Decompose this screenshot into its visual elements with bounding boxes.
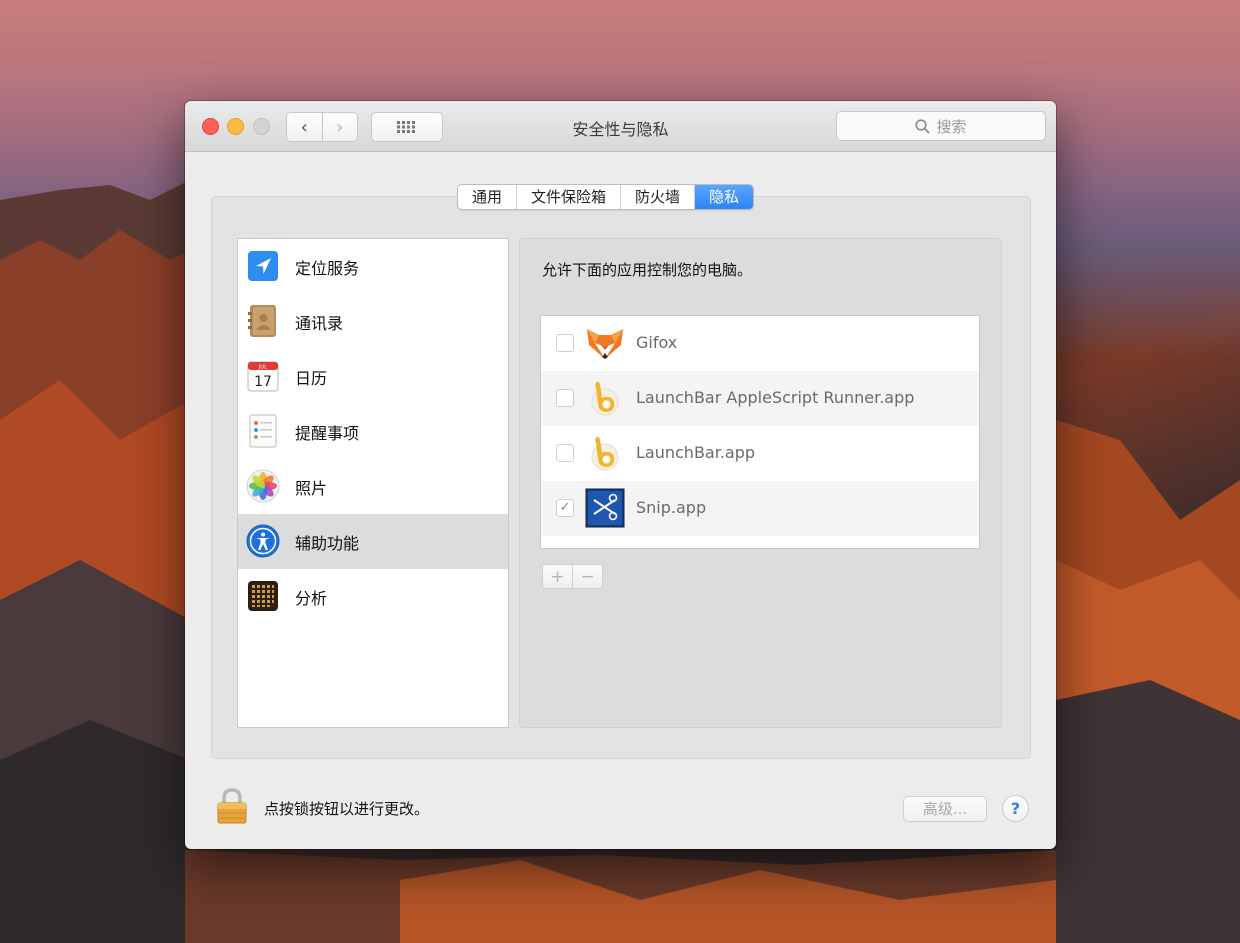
category-calendar[interactable]: JUL 17 日历	[238, 349, 508, 404]
title-bar: ‹ › 安全性与隐私 搜索	[185, 101, 1056, 152]
category-location-services[interactable]: 定位服务	[238, 239, 508, 294]
app-checkbox[interactable]	[556, 334, 574, 352]
calendar-icon: JUL 17	[247, 361, 279, 392]
lock-icon[interactable]	[216, 787, 248, 825]
minus-icon: −	[580, 566, 595, 587]
preferences-window: ‹ › 安全性与隐私 搜索 通用 文件保险箱 防火墙 隐私 定位服务 通讯录 J…	[185, 101, 1056, 849]
plus-icon: +	[550, 566, 565, 587]
accessibility-icon	[246, 524, 280, 558]
checkmark-icon: ✓	[559, 500, 571, 515]
tab-general[interactable]: 通用	[458, 185, 518, 209]
app-list: Gifox LaunchBar AppleScript Runner.app L…	[540, 315, 980, 549]
tab-privacy[interactable]: 隐私	[695, 185, 754, 209]
fox-icon	[587, 329, 623, 359]
lock-hint-text: 点按锁按钮以进行更改。	[264, 800, 430, 818]
add-app-button[interactable]: +	[542, 564, 573, 589]
add-remove-buttons: + −	[542, 564, 603, 589]
launchbar-icon	[591, 381, 619, 416]
tab-bar: 通用 文件保险箱 防火墙 隐私	[457, 184, 755, 210]
svg-text:17: 17	[254, 374, 272, 390]
location-arrow-icon	[248, 251, 278, 281]
app-checkbox[interactable]	[556, 444, 574, 462]
app-checkbox[interactable]: ✓	[556, 499, 574, 517]
app-row-launchbar-applescript-runner[interactable]: LaunchBar AppleScript Runner.app	[541, 371, 979, 426]
photos-icon	[246, 469, 280, 503]
remove-app-button[interactable]: −	[573, 564, 603, 589]
app-row-launchbar[interactable]: LaunchBar.app	[541, 426, 979, 481]
category-contacts[interactable]: 通讯录	[238, 294, 508, 349]
app-row-gifox[interactable]: Gifox	[541, 316, 979, 371]
scissors-icon	[585, 488, 625, 528]
svg-text:JUL: JUL	[258, 365, 269, 371]
search-icon	[915, 118, 931, 134]
launchbar-icon	[591, 436, 619, 471]
privacy-category-list: 定位服务 通讯录 JUL 17 日历 提醒事项 照片 辅助功能 分析	[237, 238, 509, 728]
category-accessibility[interactable]: 辅助功能	[238, 514, 508, 569]
tab-filevault[interactable]: 文件保险箱	[517, 185, 622, 209]
search-placeholder: 搜索	[936, 117, 967, 136]
category-analytics[interactable]: 分析	[238, 569, 508, 624]
app-checkbox[interactable]	[556, 389, 574, 407]
tab-firewall[interactable]: 防火墙	[621, 185, 696, 209]
analytics-grid-icon	[248, 581, 278, 611]
help-button[interactable]: ?	[1002, 795, 1029, 822]
category-photos[interactable]: 照片	[238, 459, 508, 514]
reminders-icon	[249, 414, 277, 448]
category-reminders[interactable]: 提醒事项	[238, 404, 508, 459]
panel-prompt: 允许下面的应用控制您的电脑。	[542, 261, 753, 279]
contacts-book-icon	[248, 305, 276, 337]
app-row-snip[interactable]: ✓ Snip.app	[541, 481, 979, 536]
search-field[interactable]: 搜索	[836, 111, 1046, 141]
advanced-button[interactable]: 高级...	[903, 796, 987, 822]
